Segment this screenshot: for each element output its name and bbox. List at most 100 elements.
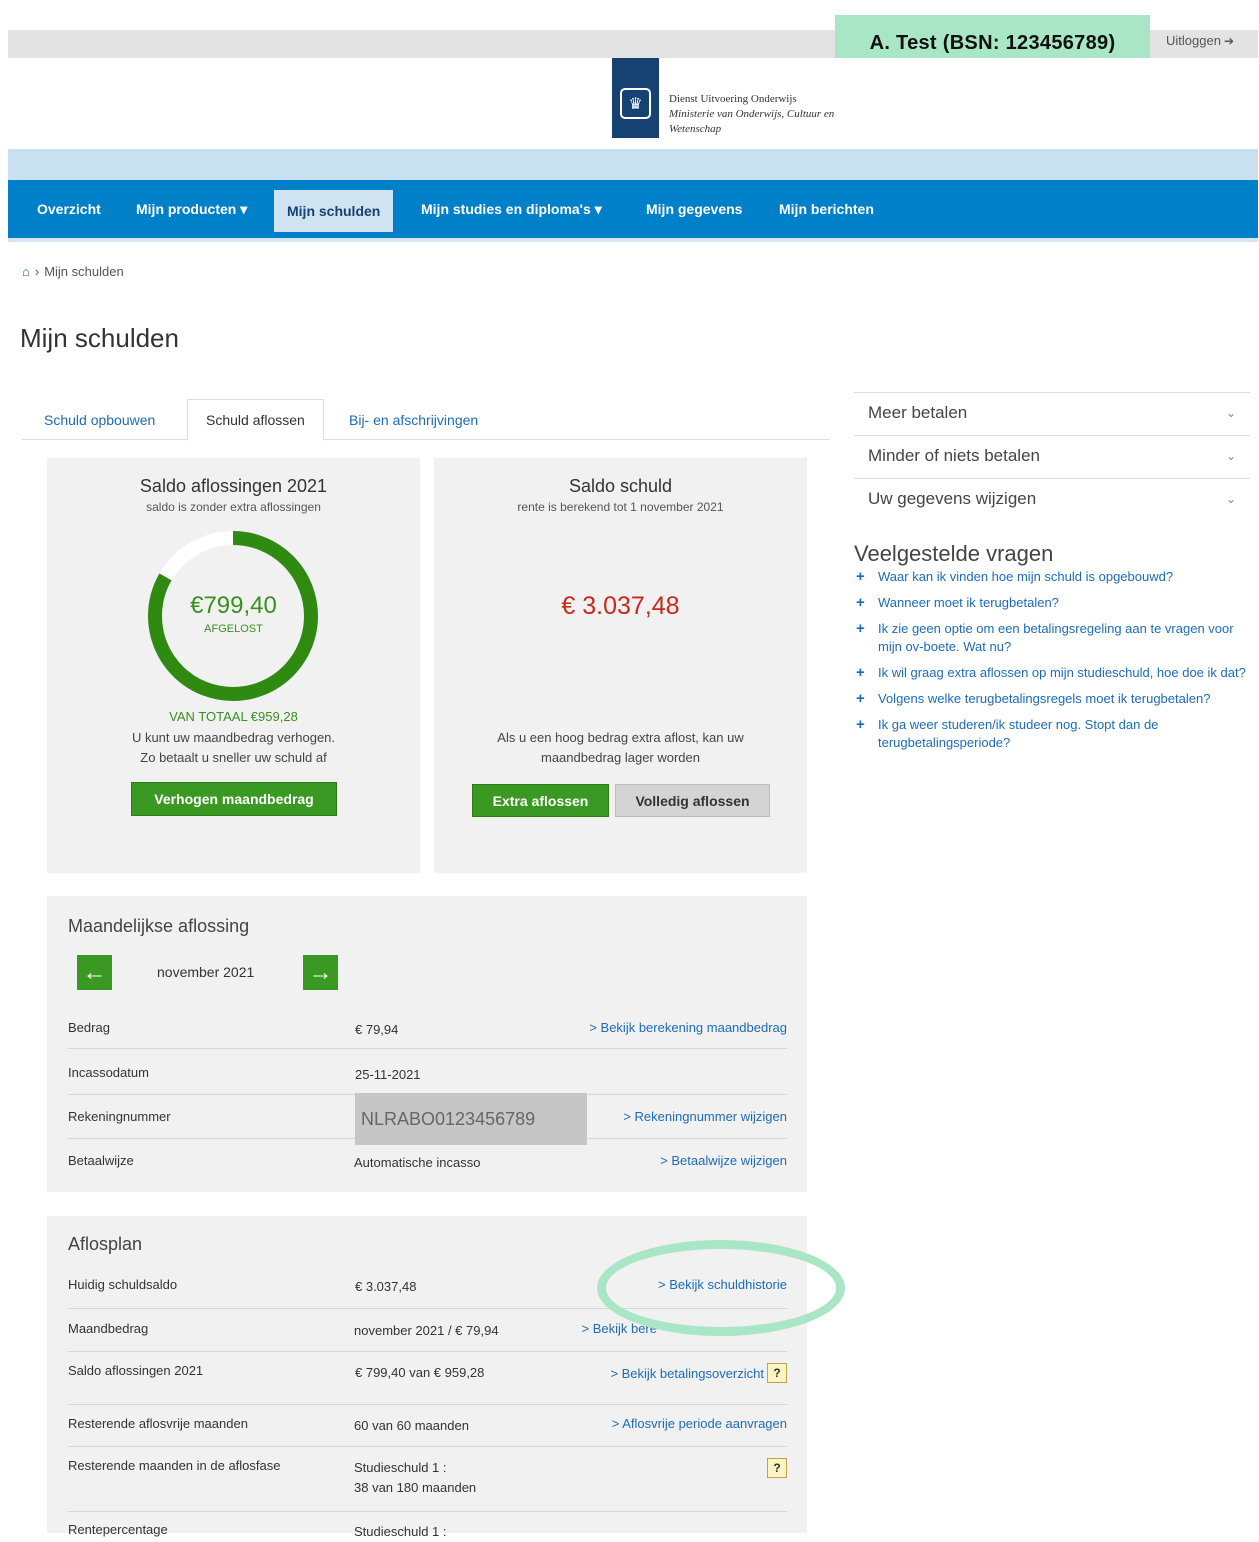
row-label: Resterende maanden in de aflosfase	[68, 1458, 281, 1473]
debt-card-title: Saldo schuld	[568, 476, 673, 496]
row-value: Studieschuld 1 : 38 van 180 maanden	[354, 1458, 476, 1498]
plus-icon: +	[856, 568, 865, 585]
debt-message-line1: Als u een hoog bedrag extra aflost, kan …	[497, 730, 744, 745]
tab-schuld-opbouwen[interactable]: Schuld opbouwen	[26, 400, 173, 440]
row-value: € 79,94	[355, 1022, 399, 1037]
logo: ♛ Dienst Uitvoering Onderwijs Ministerie…	[612, 58, 1170, 138]
row-value: Studieschuld 1 :	[354, 1524, 447, 1539]
faq-question: Volgens welke terugbetalingsregels moet …	[878, 691, 1211, 706]
chevron-down-icon: ⌄	[1225, 405, 1236, 420]
row-label: Incassodatum	[68, 1065, 149, 1080]
change-payment-method-link[interactable]: > Betaalwijze wijzigen	[660, 1153, 787, 1168]
faq-item[interactable]: + Volgens welke terugbetalingsregels moet…	[856, 690, 1246, 708]
tab-bar: Schuld opbouwen Schuld aflossen Bij- en …	[22, 397, 830, 441]
accordion-meer-betalen[interactable]: Meer betalen ⌄	[854, 392, 1250, 432]
view-debt-history-link[interactable]: > Bekijk schuldhistorie	[658, 1277, 787, 1292]
table-row: Resterende aflosvrije maanden 60 van 60 …	[68, 1416, 787, 1447]
nav-item-mijn-berichten[interactable]: Mijn berichten	[766, 180, 887, 238]
extra-repay-button[interactable]: Extra aflossen	[472, 784, 609, 817]
accordion-label: Meer betalen	[868, 402, 968, 422]
accordion-uw-gegevens-wijzigen[interactable]: Uw gegevens wijzigen ⌄	[854, 478, 1250, 518]
faq-question: Ik wil graag extra aflossen op mijn stud…	[878, 665, 1246, 680]
nav-item-mijn-gegevens[interactable]: Mijn gegevens	[633, 180, 755, 238]
change-account-number-link[interactable]: > Rekeningnummer wijzigen	[623, 1109, 787, 1124]
repayment-balance-card: Saldo aflossingen 2021 saldo is zonder e…	[47, 458, 420, 873]
nav-item-overzicht[interactable]: Overzicht	[24, 180, 114, 238]
logout-link[interactable]: Uitloggen ➔	[1166, 33, 1234, 48]
faq-item[interactable]: + Wanneer moet ik terugbetalen?	[856, 594, 1246, 612]
next-month-button[interactable]: →	[303, 955, 338, 990]
arrow-left-icon: ←	[82, 958, 107, 986]
row-value: november 2021 / € 79,94	[354, 1323, 499, 1338]
debt-message: Als u een hoog bedrag extra aflost, kan …	[434, 728, 807, 768]
table-row: Betaalwijze Automatische incasso > Betaa…	[68, 1153, 787, 1179]
faq-item[interactable]: + Ik ga weer studeren/ik studeer nog. Sto…	[856, 716, 1246, 752]
repayment-total: VAN TOTAAL €959,28	[169, 709, 298, 724]
page-title: Mijn schulden	[20, 323, 179, 353]
debt-balance-card: Saldo schuld rente is berekend tot 1 nov…	[434, 458, 807, 873]
monthly-repayment-panel: Maandelijkse aflossing ← november 2021 →…	[47, 896, 807, 1192]
table-row: Rentepercentage Studieschuld 1 :	[68, 1522, 787, 1542]
debt-message-line2: maandbedrag lager worden	[541, 750, 700, 765]
chevron-down-icon: ⌄	[1225, 448, 1236, 463]
table-row: Incassodatum 25-11-2021	[68, 1065, 787, 1095]
row-label: Saldo aflossingen 2021	[68, 1363, 204, 1378]
previous-month-button[interactable]: ←	[77, 955, 112, 990]
row-label: Betaalwijze	[68, 1153, 134, 1168]
table-row: Maandbedrag november 2021 / € 79,94 > Be…	[68, 1321, 787, 1352]
payment-overview-group: > Bekijk betalingsoverzicht ?	[610, 1363, 787, 1383]
tab-bij-en-afschrijvingen[interactable]: Bij- en afschrijvingen	[331, 400, 496, 440]
view-monthly-calculation-link[interactable]: > Bekijk berekening maandbedrag	[589, 1020, 787, 1035]
tab-schuld-aflossen[interactable]: Schuld aflossen	[187, 399, 324, 441]
accordion-label: Uw gegevens wijzigen	[868, 488, 1037, 508]
help-icon[interactable]: ?	[767, 1458, 787, 1478]
faq-title: Veelgestelde vragen	[854, 541, 1054, 566]
full-repay-button[interactable]: Volledig aflossen	[615, 784, 770, 817]
row-value: € 3.037,48	[355, 1279, 417, 1294]
logout-icon: ➔	[1223, 33, 1234, 48]
row-label: Rekeningnummer	[68, 1109, 171, 1124]
repayment-card-subtitle: saldo is zonder extra aflossingen	[146, 500, 321, 514]
nav-item-mijn-schulden[interactable]: Mijn schulden	[274, 190, 394, 232]
monthly-repayment-title: Maandelijkse aflossing	[68, 916, 250, 936]
debt-amount: € 3.037,48	[561, 592, 680, 620]
repayment-plan-panel: Aflosplan Huidig schuldsaldo € 3.037,48 …	[47, 1216, 807, 1539]
help-icon[interactable]: ?	[767, 1363, 787, 1383]
accordion-minder-of-niets-betalen[interactable]: Minder of niets betalen ⌄	[854, 435, 1250, 475]
breadcrumb: ⌂ › Mijn schulden	[22, 264, 124, 279]
row-label: Rentepercentage	[68, 1522, 168, 1537]
organisation-name-line2: Ministerie van Onderwijs, Cultuur en	[669, 108, 835, 120]
faq-item[interactable]: + Ik zie geen optie om een betalingsregel…	[856, 620, 1246, 656]
row-value: € 799,40 van € 959,28	[355, 1365, 485, 1380]
row-value: 25-11-2021	[355, 1067, 421, 1082]
breadcrumb-separator-icon: ›	[34, 264, 40, 279]
row-value-line1: Studieschuld 1 :	[354, 1460, 447, 1475]
nav-item-mijn-producten[interactable]: Mijn producten ▾	[123, 180, 260, 238]
home-icon[interactable]: ⌂	[22, 264, 30, 279]
increase-monthly-amount-button[interactable]: Verhogen maandbedrag	[131, 782, 337, 816]
arrow-right-icon: →	[308, 958, 333, 986]
selected-month: november 2021	[157, 964, 255, 980]
faq-item[interactable]: + Ik wil graag extra aflossen op mijn stu…	[856, 664, 1246, 682]
nav-item-mijn-studies[interactable]: Mijn studies en diploma's ▾	[408, 180, 615, 238]
faq-question: Ik ga weer studeren/ik studeer nog. Stop…	[878, 717, 1159, 750]
row-value-line2: 38 van 180 maanden	[354, 1480, 477, 1495]
view-calculation-link[interactable]: > Bekijk bere	[581, 1321, 657, 1336]
table-row: Huidig schuldsaldo € 3.037,48 > Bekijk s…	[68, 1277, 787, 1309]
repayment-plan-title: Aflosplan	[68, 1234, 143, 1254]
logo-bar: ♛	[612, 58, 659, 138]
faq-question: Waar kan ik vinden hoe mijn schuld is op…	[878, 569, 1174, 584]
repayment-card-title: Saldo aflossingen 2021	[139, 476, 328, 496]
faq-item[interactable]: + Waar kan ik vinden hoe mijn schuld is o…	[856, 568, 1246, 586]
repaid-label: AFGELOST	[204, 623, 263, 635]
request-repayment-free-period-link[interactable]: > Aflosvrije periode aanvragen	[612, 1416, 787, 1431]
view-payment-overview-link[interactable]: > Bekijk betalingsoverzicht	[610, 1366, 764, 1381]
row-value: Automatische incasso	[354, 1155, 481, 1170]
account-number: NLRABO0123456789	[355, 1093, 587, 1145]
row-label: Huidig schuldsaldo	[68, 1277, 178, 1292]
chevron-down-icon: ⌄	[1225, 491, 1236, 506]
debt-card-subtitle: rente is berekend tot 1 november 2021	[517, 500, 724, 514]
plus-icon: +	[856, 716, 865, 733]
repaid-amount: €799,40	[190, 592, 277, 619]
repayment-message-line1: U kunt uw maandbedrag verhogen.	[131, 730, 336, 745]
